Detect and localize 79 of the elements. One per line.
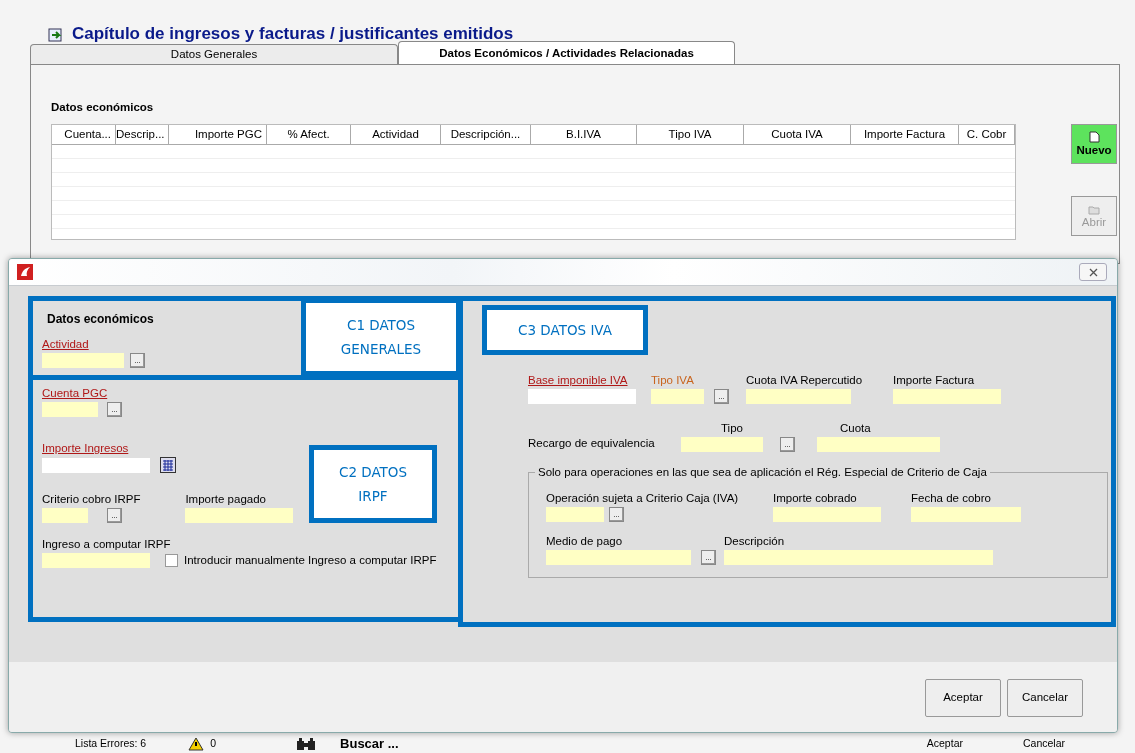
warning-count: 0 — [210, 735, 217, 751]
input-field[interactable] — [42, 508, 88, 523]
field-label: Criterio cobro IRPF — [42, 493, 141, 506]
input-field[interactable] — [773, 507, 881, 522]
accept-button[interactable]: Aceptar — [925, 678, 1001, 717]
input-field[interactable] — [911, 507, 1021, 522]
annotation-label: C1 DATOS GENERALES — [301, 298, 461, 376]
checkbox[interactable] — [165, 554, 178, 567]
column-header[interactable]: Importe PGC — [169, 125, 267, 145]
close-button[interactable] — [1079, 263, 1107, 281]
input-field[interactable] — [42, 402, 98, 417]
lookup-button[interactable]: ... — [609, 507, 624, 522]
lookup-button[interactable]: ... — [714, 389, 729, 404]
field-link[interactable]: Cuenta PGC — [42, 387, 108, 400]
lookup-button[interactable]: ... — [107, 508, 122, 523]
folder-icon — [1088, 203, 1100, 216]
cancel-button[interactable]: Cancelar — [1007, 678, 1083, 717]
cancel-button[interactable]: Cancelar — [1022, 735, 1065, 752]
input-field[interactable] — [42, 353, 124, 368]
input-field[interactable] — [42, 553, 150, 568]
field-label: Descripción — [724, 535, 785, 548]
input-field[interactable] — [528, 389, 636, 404]
calculator-icon — [160, 457, 176, 473]
warning-icon — [188, 736, 205, 751]
section-title: Datos económicos — [51, 100, 155, 115]
field-label: Importe Factura — [893, 374, 975, 387]
tab[interactable]: Datos Económicos / Actividades Relacionadas — [398, 41, 735, 64]
field-label: Recargo de equivalencia — [528, 437, 656, 450]
column-header[interactable]: Descripción... — [441, 125, 531, 145]
field-label: Fecha de cobro — [911, 492, 991, 505]
input-field[interactable] — [546, 507, 604, 522]
column-header[interactable]: Importe Factura — [851, 125, 959, 145]
input-field[interactable] — [817, 437, 940, 452]
field-label: Cuota — [840, 422, 871, 435]
field-label: Ingreso a computar IRPF — [42, 538, 171, 551]
input-field[interactable] — [746, 389, 851, 404]
input-field[interactable] — [681, 437, 763, 452]
app-icon — [17, 264, 33, 280]
annotation-label: C2 DATOS IRPF — [309, 445, 437, 523]
input-field[interactable] — [42, 457, 150, 473]
close-icon — [1088, 267, 1098, 277]
group-label: Solo para operaciones en las que sea de aplicación el Rég. Especial de Criterio de Caja — [537, 466, 988, 479]
column-header[interactable]: Descrip... — [116, 125, 169, 145]
lookup-button[interactable]: ... — [107, 402, 122, 417]
column-header[interactable]: Tipo IVA — [637, 125, 744, 145]
annotation-label: C3 DATOS IVA — [482, 305, 648, 355]
panel-heading: Datos económicos — [47, 313, 154, 326]
lookup-button[interactable]: ... — [780, 437, 795, 452]
field-label: Operación sujeta a Criterio Caja (IVA) — [546, 492, 739, 505]
column-header[interactable]: % Afect. — [267, 125, 351, 145]
field-link[interactable]: Base imponible IVA — [528, 374, 628, 387]
input-field[interactable] — [185, 508, 294, 523]
field-label: Importe pagado — [185, 493, 266, 506]
field-label: Medio de pago — [546, 535, 623, 548]
tab[interactable]: Datos Generales — [30, 44, 398, 64]
new-button[interactable]: Nuevo — [1071, 124, 1117, 165]
lookup-button[interactable]: ... — [701, 550, 716, 565]
checkbox-label: Introducir manualmente Ingreso a computar IRPF — [184, 554, 437, 567]
field-label: Cuota IVA Repercutido — [746, 374, 863, 387]
field-link[interactable]: Actividad — [42, 338, 89, 351]
input-field[interactable] — [546, 550, 691, 565]
document-icon — [1088, 131, 1100, 144]
field-link[interactable]: Importe Ingresos — [42, 442, 129, 455]
field-label: Tipo — [721, 422, 743, 435]
input-field[interactable] — [651, 389, 704, 404]
lookup-button[interactable]: ... — [130, 353, 145, 368]
accept-button[interactable]: Aceptar — [926, 735, 963, 752]
column-header[interactable]: Cuota IVA — [744, 125, 851, 145]
field-label: Importe cobrado — [773, 492, 857, 505]
binoculars-icon — [296, 736, 317, 751]
input-field[interactable] — [724, 550, 993, 565]
input-field[interactable] — [893, 389, 1001, 404]
error-count[interactable]: Lista Errores: 6 — [75, 735, 147, 752]
field-label: Tipo IVA — [651, 374, 694, 387]
column-header[interactable]: Actividad — [351, 125, 441, 145]
column-header[interactable]: Cuenta... — [52, 125, 116, 145]
search-link[interactable]: Buscar ... — [340, 733, 399, 753]
column-header[interactable]: C. Cobr — [959, 125, 1015, 145]
column-header[interactable]: B.I.IVA — [531, 125, 637, 145]
